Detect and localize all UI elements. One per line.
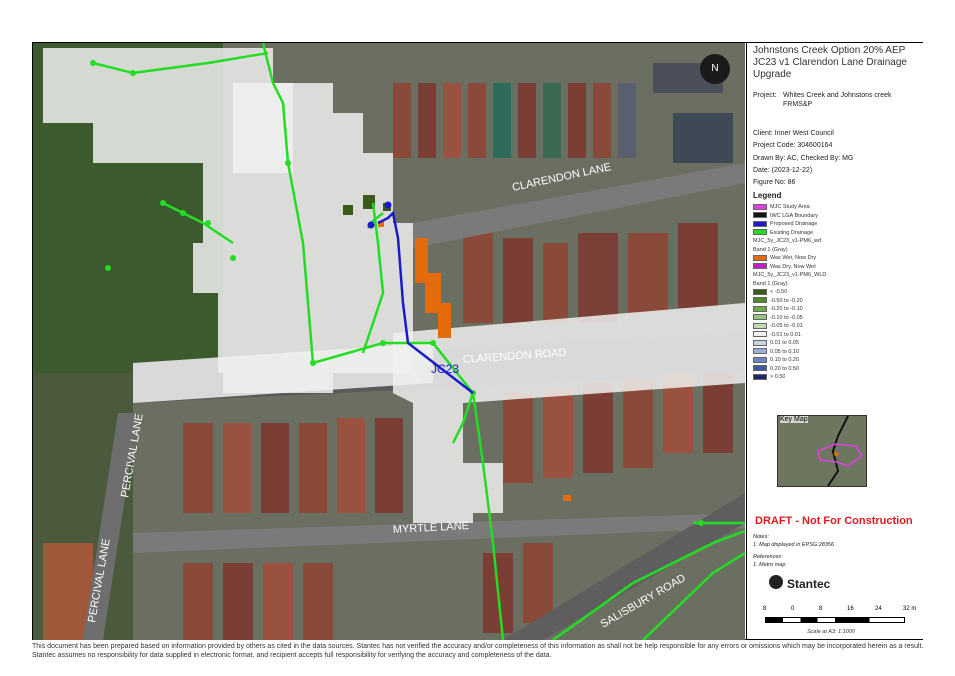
drawn-by-text: Drawn By: AC, Checked By: MG bbox=[753, 155, 854, 162]
notes-item: 1. Map displayed in EPSG:28356 bbox=[753, 542, 835, 548]
legend-item: 0.20 to 0.50 bbox=[753, 365, 799, 373]
legend-label: Band 1 (Gray) bbox=[753, 280, 788, 287]
legend-label: 0.20 to 0.50 bbox=[770, 365, 800, 372]
legend-item: IWC LGA Boundary bbox=[753, 212, 818, 220]
draft-notice: DRAFT - Not For Construction bbox=[755, 515, 913, 527]
scale-tick-label: 24 bbox=[875, 606, 882, 612]
legend-swatch bbox=[753, 263, 767, 270]
legend-item: Proposed Drainage bbox=[753, 220, 817, 228]
scale-tick-label: 8 bbox=[763, 606, 767, 612]
legend-label: > 0.50 bbox=[770, 374, 786, 380]
legend-label: Was Dry, Now Wet bbox=[770, 263, 816, 270]
legend-swatch bbox=[753, 229, 767, 236]
legend-item: MJC_5y_JC23_v1-PM6_WLD bbox=[753, 271, 826, 279]
map-title: Johnstons Creek Option 20% AEP JC23 v1 C… bbox=[753, 45, 907, 80]
client-text: Client: Inner West Council bbox=[753, 130, 834, 137]
scale-text: Scale at A3: 1:1000 bbox=[807, 629, 855, 635]
project-label: Project: bbox=[753, 92, 777, 99]
brand-name: Stantec bbox=[787, 577, 831, 591]
legend-item: MJC Study Area bbox=[753, 203, 810, 211]
legend-swatch bbox=[753, 365, 767, 372]
legend-label: 0.10 to 0.20 bbox=[770, 357, 800, 363]
legend-swatch bbox=[753, 322, 767, 329]
legend-label: Proposed Drainage bbox=[770, 221, 818, 227]
legend-swatch bbox=[753, 348, 767, 355]
legend-label: -0.10 to -0.05 bbox=[770, 314, 803, 321]
legend-label: -0.05 to -0.01 bbox=[770, 323, 803, 329]
legend-label: Existing Drainage bbox=[770, 229, 814, 236]
legend-item: MJC_5y_JC23_v1-PM6_wd bbox=[753, 237, 821, 245]
scale-tick-label: 0 bbox=[791, 606, 795, 612]
legend-item: Band 1 (Gray) bbox=[753, 280, 788, 288]
legend-swatch bbox=[753, 305, 767, 312]
map-info-panel: Johnstons Creek Option 20% AEP JC23 v1 C… bbox=[746, 43, 923, 639]
legend-item: Was Wet, Now Dry bbox=[753, 254, 816, 262]
legend-item: -0.01 to 0.01 bbox=[753, 331, 801, 339]
legend-label: -0.50 to -0.20 bbox=[770, 297, 803, 304]
map-view[interactable]: CLARENDON LANE CLARENDON ROAD MYRTLE LAN… bbox=[33, 43, 745, 640]
map-canvas[interactable]: CLARENDON LANE CLARENDON ROAD MYRTLE LAN… bbox=[33, 43, 745, 640]
legend-item: > 0.50 bbox=[753, 373, 785, 381]
key-map-label: Key Map bbox=[780, 416, 808, 423]
scale-tick-label: 16 bbox=[847, 606, 854, 612]
label-jc23: JC23 bbox=[431, 362, 459, 376]
legend-swatch bbox=[753, 356, 767, 363]
project-code-text: Project Code: 304600164 bbox=[753, 142, 833, 149]
legend-swatch bbox=[753, 203, 767, 210]
legend-label: 0.05 to 0.10 bbox=[770, 348, 800, 355]
legend-label: 0.01 to 0.05 bbox=[770, 340, 800, 346]
legend-label: < -0.50 bbox=[770, 289, 788, 295]
scale-tick-label: 32 m bbox=[903, 606, 917, 612]
legend-label: Band 1 (Gray) bbox=[753, 246, 788, 253]
north-arrow-icon: N bbox=[700, 54, 730, 84]
legend-item: 0.01 to 0.05 bbox=[753, 339, 799, 347]
legend-swatch bbox=[753, 339, 767, 346]
key-map-canvas bbox=[817, 416, 863, 486]
scale-bar bbox=[765, 617, 905, 623]
project-value: Whites Creek and Johnstons creek FRMS&P bbox=[783, 92, 892, 108]
scale-tick-label: 8 bbox=[819, 606, 823, 612]
legend-swatch bbox=[753, 254, 767, 261]
legend-item: -0.10 to -0.05 bbox=[753, 314, 803, 322]
legend-label: Was Wet, Now Dry bbox=[770, 255, 817, 261]
figure-no-text: Figure No: 86 bbox=[753, 179, 796, 186]
legend-item: Existing Drainage bbox=[753, 229, 813, 237]
stantec-logo-icon bbox=[769, 575, 783, 589]
legend-label: MJC_5y_JC23_v1-PM6_WLD bbox=[753, 272, 827, 278]
legend-item: -0.20 to -0.10 bbox=[753, 305, 803, 313]
legend-item: 0.10 to 0.20 bbox=[753, 356, 799, 364]
date-text: Date: (2023-12-22) bbox=[753, 167, 813, 174]
legend-swatch bbox=[753, 297, 767, 304]
legend-label: -0.01 to 0.01 bbox=[770, 331, 801, 338]
key-map[interactable]: Key Map bbox=[777, 415, 867, 487]
legend-item: -0.05 to -0.01 bbox=[753, 322, 803, 330]
legend-item: -0.50 to -0.20 bbox=[753, 297, 803, 305]
legend-item: < -0.50 bbox=[753, 288, 787, 296]
legend-item: 0.05 to 0.10 bbox=[753, 348, 799, 356]
legend-label: IWC LGA Boundary bbox=[770, 212, 818, 219]
legend-swatch bbox=[753, 373, 767, 380]
legend-label: MJC_5y_JC23_v1-PM6_wd bbox=[753, 238, 822, 244]
legend-label: MJC Study Area bbox=[770, 204, 810, 210]
disclaimer-text: This document has been prepared based on… bbox=[32, 643, 924, 659]
legend-title: Legend bbox=[753, 191, 782, 200]
legend-item: Band 1 (Gray) bbox=[753, 246, 788, 254]
legend-swatch bbox=[753, 314, 767, 321]
legend-item: Was Dry, Now Wet bbox=[753, 263, 816, 271]
references-item: 1. Metro map bbox=[753, 562, 786, 568]
legend-label: -0.20 to -0.10 bbox=[770, 306, 803, 312]
legend-swatch bbox=[753, 212, 767, 219]
legend-swatch bbox=[753, 331, 767, 338]
legend-swatch bbox=[753, 288, 767, 295]
legend-swatch bbox=[753, 220, 767, 227]
